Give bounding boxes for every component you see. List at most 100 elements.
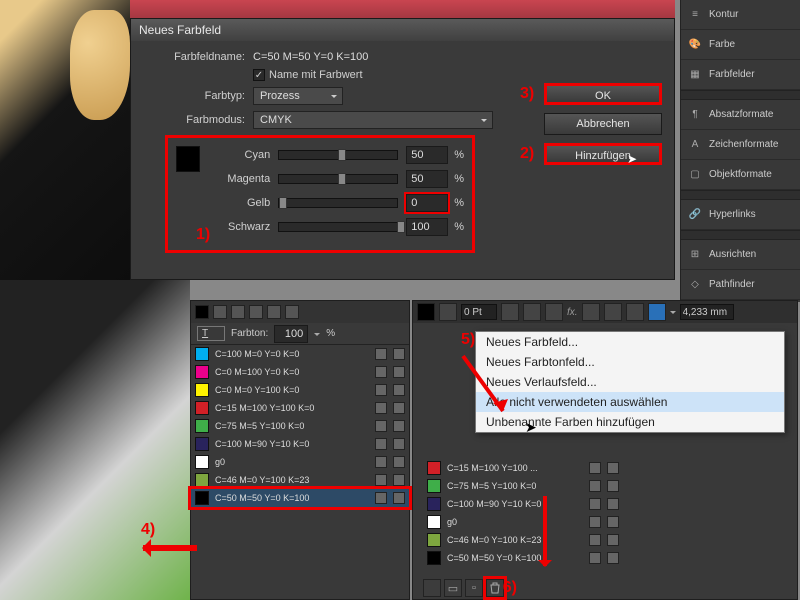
menu-item[interactable]: Neues Farbfeld... bbox=[476, 332, 784, 352]
name-with-value-checkbox[interactable] bbox=[253, 69, 265, 81]
panel-tab-zeichenformate[interactable]: A Zeichenformate bbox=[681, 130, 800, 160]
schwarz-slider[interactable] bbox=[278, 222, 398, 232]
ok-button[interactable]: OK bbox=[544, 83, 662, 105]
toolbar-icon[interactable] bbox=[582, 303, 600, 321]
slider-row-gelb: Gelb % bbox=[210, 194, 464, 212]
magenta-input[interactable] bbox=[406, 170, 448, 188]
swatch-row[interactable]: C=15 M=100 Y=100 ... bbox=[423, 459, 623, 477]
schwarz-input[interactable] bbox=[406, 218, 448, 236]
swatch-row[interactable]: g0 bbox=[191, 453, 409, 471]
new-swatch-icon[interactable]: ▫ bbox=[465, 579, 483, 597]
swatch-type-icon bbox=[375, 402, 387, 414]
swatch-type-icon bbox=[375, 456, 387, 468]
swatch-row[interactable]: C=100 M=90 Y=10 K=0 bbox=[423, 495, 623, 513]
tint-label: Farbton: bbox=[231, 328, 268, 339]
panel-tab-farbe[interactable]: 🎨 Farbe bbox=[681, 30, 800, 60]
swatch-preview bbox=[176, 146, 200, 172]
toolbar-icon[interactable] bbox=[439, 303, 457, 321]
swatches-panel-left: T Farbton: % C=100 M=0 Y=0 K=0 C=0 M=100… bbox=[190, 300, 410, 600]
swatch-name: C=100 M=90 Y=10 K=0 bbox=[447, 499, 583, 509]
color-type-select[interactable]: Prozess bbox=[253, 87, 343, 105]
toolbar-icon[interactable] bbox=[523, 303, 541, 321]
ausrichten-icon: ⊞ bbox=[687, 247, 703, 263]
slider-row-magenta: Magenta % bbox=[210, 170, 464, 188]
tip-indicator[interactable]: T bbox=[197, 326, 225, 341]
toolbar-icon[interactable] bbox=[249, 305, 263, 319]
swatch-mode-icon bbox=[393, 366, 405, 378]
swatch-row[interactable]: C=46 M=0 Y=100 K=23 bbox=[423, 531, 623, 549]
toolbar-icon[interactable] bbox=[648, 303, 666, 321]
pct-label: % bbox=[454, 173, 464, 185]
swatch-name: g0 bbox=[447, 517, 583, 527]
panel-tab-pathfinder[interactable]: ◇ Pathfinder bbox=[681, 270, 800, 300]
delete-swatch-icon[interactable] bbox=[486, 579, 504, 597]
panel-tab-ausrichten[interactable]: ⊞ Ausrichten bbox=[681, 240, 800, 270]
fill-icon[interactable] bbox=[417, 303, 435, 321]
gelb-slider[interactable] bbox=[278, 198, 398, 208]
swatch-row[interactable]: C=50 M=50 Y=0 K=100 bbox=[423, 549, 623, 567]
swatch-type-icon bbox=[375, 474, 387, 486]
panel-tab-hyperlinks[interactable]: 🔗 Hyperlinks bbox=[681, 200, 800, 230]
panel-tab-label: Hyperlinks bbox=[709, 209, 756, 220]
toolbar-icon[interactable] bbox=[545, 303, 563, 321]
farbfelder-icon: ▦ bbox=[687, 67, 703, 83]
measure-input[interactable] bbox=[680, 304, 734, 320]
swatch-mode-icon bbox=[393, 474, 405, 486]
add-button[interactable]: Hinzufügen ➤ bbox=[544, 143, 662, 165]
swatch-row[interactable]: C=100 M=90 Y=10 K=0 bbox=[191, 435, 409, 453]
cyan-slider[interactable] bbox=[278, 150, 398, 160]
panel-tab-farbfelder[interactable]: ▦ Farbfelder bbox=[681, 60, 800, 90]
color-mode-select[interactable]: CMYK bbox=[253, 111, 493, 129]
toolbar-icon[interactable] bbox=[604, 303, 622, 321]
swatch-row[interactable]: C=100 M=0 Y=0 K=0 bbox=[191, 345, 409, 363]
fill-stroke-icon[interactable] bbox=[195, 305, 209, 319]
swatch-mode-icon bbox=[607, 498, 619, 510]
slider-row-schwarz: Schwarz % bbox=[210, 218, 464, 236]
swatch-type-icon bbox=[589, 552, 601, 564]
swatch-type-icon bbox=[589, 516, 601, 528]
panel-tab-objektformate[interactable]: ▢ Objektformate bbox=[681, 160, 800, 190]
toolbar-icon[interactable] bbox=[213, 305, 227, 319]
annotation-1: 1) bbox=[196, 226, 210, 244]
swatch-mode-icon bbox=[607, 480, 619, 492]
new-group-icon[interactable]: ▭ bbox=[444, 579, 462, 597]
toolbar-icon[interactable] bbox=[285, 305, 299, 319]
swatch-mode-icon bbox=[393, 384, 405, 396]
gelb-input[interactable] bbox=[406, 194, 448, 212]
swatch-chip bbox=[195, 491, 209, 505]
chevron-down-icon[interactable] bbox=[670, 311, 676, 317]
swatch-row[interactable]: C=46 M=0 Y=100 K=23 bbox=[191, 471, 409, 489]
pathfinder-icon: ◇ bbox=[687, 277, 703, 293]
magenta-slider[interactable] bbox=[278, 174, 398, 184]
swatch-name: g0 bbox=[215, 457, 369, 467]
swatch-mode-icon bbox=[393, 402, 405, 414]
chevron-down-icon[interactable] bbox=[314, 333, 320, 339]
slider-label: Gelb bbox=[210, 197, 270, 209]
swatch-row[interactable]: C=0 M=0 Y=100 K=0 bbox=[191, 381, 409, 399]
swatch-chip bbox=[195, 455, 209, 469]
panel-tab-kontur[interactable]: ≡ Kontur bbox=[681, 0, 800, 30]
cancel-button[interactable]: Abbrechen bbox=[544, 113, 662, 135]
swatch-chip bbox=[427, 497, 441, 511]
toolbar-icon[interactable] bbox=[267, 305, 281, 319]
tint-input[interactable] bbox=[274, 325, 308, 343]
panel-tab-label: Farbfelder bbox=[709, 69, 755, 80]
hyperlinks-icon: 🔗 bbox=[687, 207, 703, 223]
swatch-chip bbox=[195, 473, 209, 487]
swatch-row[interactable]: C=75 M=5 Y=100 K=0 bbox=[191, 417, 409, 435]
cyan-input[interactable] bbox=[406, 146, 448, 164]
stroke-weight-input[interactable] bbox=[461, 304, 497, 320]
swatch-row[interactable]: C=75 M=5 Y=100 K=0 bbox=[423, 477, 623, 495]
swatch-row[interactable]: C=0 M=100 Y=0 K=0 bbox=[191, 363, 409, 381]
toolbar-icon[interactable] bbox=[501, 303, 519, 321]
show-variants-icon[interactable] bbox=[423, 579, 441, 597]
toolbar-icon[interactable] bbox=[231, 305, 245, 319]
swatch-row[interactable]: C=15 M=100 Y=100 K=0 bbox=[191, 399, 409, 417]
toolbar-icon[interactable] bbox=[626, 303, 644, 321]
slider-label: Schwarz bbox=[210, 221, 270, 233]
swatch-row[interactable]: g0 bbox=[423, 513, 623, 531]
panel-tab-absatzformate[interactable]: ¶ Absatzformate bbox=[681, 100, 800, 130]
swatch-row[interactable]: C=50 M=50 Y=0 K=100 bbox=[191, 489, 409, 507]
swatch-chip bbox=[195, 401, 209, 415]
fx-label[interactable]: fx. bbox=[567, 307, 578, 318]
